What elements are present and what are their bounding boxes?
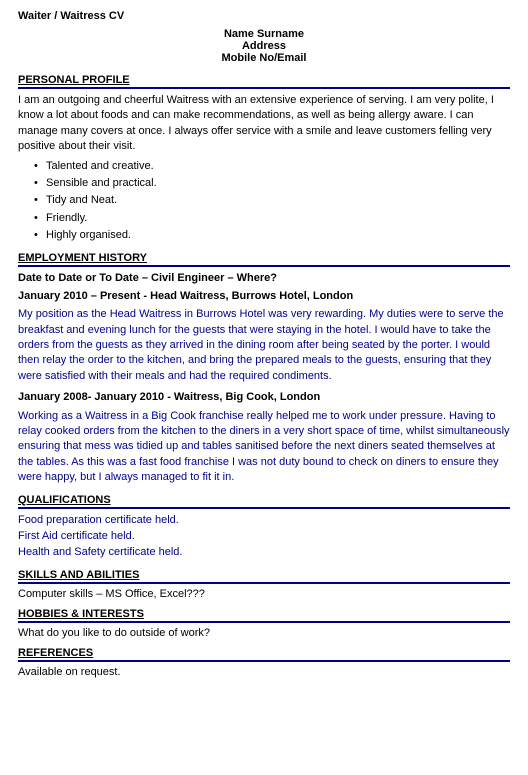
page-title: Waiter / Waitress CV <box>18 10 510 22</box>
qualification-2: First Aid certificate held. <box>18 529 510 544</box>
employment-date-2: January 2008- January 2010 - Waitress, B… <box>18 390 510 405</box>
employment-history-content: Date to Date or To Date – Civil Engineer… <box>18 271 510 486</box>
personal-profile-body: I am an outgoing and cheerful Waitress w… <box>18 93 510 155</box>
employment-date-1: January 2010 – Present - Head Waitress, … <box>18 289 510 304</box>
personal-profile-title: PERSONAL PROFILE <box>18 74 510 89</box>
references-content: Available on request. <box>18 666 510 678</box>
qualification-3: Health and Safety certificate held. <box>18 545 510 560</box>
qualification-1: Food preparation certificate held. <box>18 513 510 528</box>
bullet-item-4: Friendly. <box>34 211 510 226</box>
hobbies-title: HOBBIES & INTERESTS <box>18 608 510 623</box>
personal-profile-content: I am an outgoing and cheerful Waitress w… <box>18 93 510 244</box>
employment-entry-2: January 2008- January 2010 - Waitress, B… <box>18 390 510 485</box>
bullet-item-5: Highly organised. <box>34 228 510 243</box>
qualifications-content: Food preparation certificate held. First… <box>18 513 510 561</box>
bullet-item-1: Talented and creative. <box>34 159 510 174</box>
personal-profile-bullets: Talented and creative. Sensible and prac… <box>34 159 510 244</box>
employment-history-title: EMPLOYMENT HISTORY <box>18 252 510 267</box>
employment-entry-1: January 2010 – Present - Head Waitress, … <box>18 289 510 384</box>
bullet-item-3: Tidy and Neat. <box>34 193 510 208</box>
qualifications-title: QUALIFICATIONS <box>18 494 510 509</box>
employment-desc-2: Working as a Waitress in a Big Cook fran… <box>18 409 510 486</box>
hobbies-content: What do you like to do outside of work? <box>18 627 510 639</box>
skills-title: SKILLS AND ABILITIES <box>18 569 510 584</box>
employment-placeholder: Date to Date or To Date – Civil Engineer… <box>18 271 510 286</box>
references-title: REFERENCES <box>18 647 510 662</box>
employment-desc-1: My position as the Head Waitress in Burr… <box>18 307 510 384</box>
header-address: Address <box>18 40 510 52</box>
header-name: Name Surname <box>18 28 510 40</box>
header-contact: Mobile No/Email <box>18 52 510 64</box>
header-block: Name Surname Address Mobile No/Email <box>18 28 510 64</box>
skills-content: Computer skills – MS Office, Excel??? <box>18 588 510 600</box>
bullet-item-2: Sensible and practical. <box>34 176 510 191</box>
